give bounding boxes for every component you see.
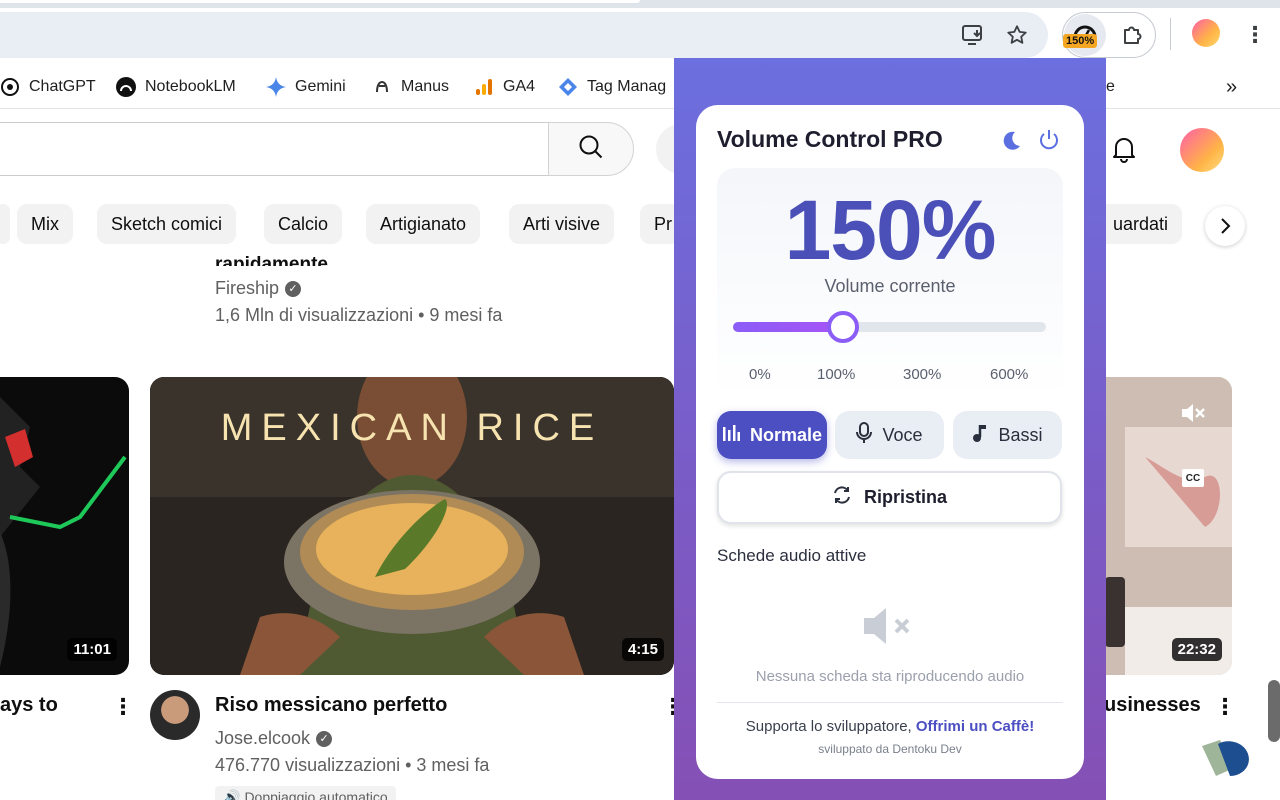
right-video-menu-icon[interactable]: ⋮ xyxy=(1214,696,1236,718)
right-video-duration: 22:32 xyxy=(1171,638,1222,661)
verified-check-icon: ✓ xyxy=(316,730,333,747)
popup-divider xyxy=(717,702,1063,703)
thumbnail-overlay-text: MEXICAN RICE xyxy=(220,407,604,449)
tick-100: 100% xyxy=(817,366,856,383)
mode-bassi-button[interactable]: Bassi xyxy=(953,411,1062,459)
browser-menu-icon[interactable]: ⋮ xyxy=(1240,20,1270,50)
youtube-search-input[interactable] xyxy=(0,122,549,176)
tick-600: 600% xyxy=(990,366,1029,383)
top-video-title[interactable]: rapidamente xyxy=(215,248,502,266)
bookmark-manus[interactable]: Manus xyxy=(372,73,449,101)
youtube-account-avatar[interactable] xyxy=(1180,128,1224,172)
bookmark-star-icon[interactable] xyxy=(1002,20,1032,50)
channel-avatar[interactable] xyxy=(150,690,200,740)
mode-voce-button[interactable]: Voce xyxy=(835,411,944,459)
chip-partial-left[interactable] xyxy=(0,204,10,244)
main-video-stats: 476.770 visualizzazioni • 3 mesi fa xyxy=(215,755,490,775)
bookmark-notebooklm[interactable]: NotebookLM xyxy=(116,73,236,101)
chip-mix[interactable]: Mix xyxy=(17,204,73,244)
ga4-icon xyxy=(474,77,494,97)
main-video-channel[interactable]: Jose.elcook xyxy=(215,728,310,749)
right-video-thumbnail[interactable]: CC 22:32 xyxy=(1085,377,1232,675)
volume-slider-thumb[interactable] xyxy=(826,311,859,343)
left-video-title[interactable]: ays to xyxy=(0,694,58,717)
notebooklm-icon xyxy=(116,77,136,97)
search-icon xyxy=(578,134,604,165)
main-video-channel-line: Jose.elcook ✓ xyxy=(215,728,333,749)
equalizer-icon xyxy=(722,424,740,447)
bookmark-chatgpt[interactable]: ChatGPT xyxy=(0,73,96,101)
closed-captions-icon[interactable]: CC xyxy=(1182,469,1204,487)
volume-value: 150% xyxy=(784,183,997,277)
puzzle-extensions-icon[interactable] xyxy=(1118,20,1148,50)
left-video-menu-icon[interactable]: ⋮ xyxy=(112,696,134,718)
mode-normale-button[interactable]: Normale xyxy=(717,411,827,459)
chip-artigianato[interactable]: Artigianato xyxy=(366,204,481,244)
top-video-stats: 1,6 Mln di visualizzazioni • 9 mesi fa xyxy=(215,305,503,325)
microphone-icon xyxy=(856,421,873,449)
extension-badge: 150% xyxy=(1063,34,1098,48)
chip-sketch-comici[interactable]: Sketch comici xyxy=(97,204,237,244)
tab-strip xyxy=(0,0,1280,8)
chip-arti-visive[interactable]: Arti visive xyxy=(509,204,615,244)
tick-0: 0% xyxy=(749,366,771,383)
chip-calcio[interactable]: Calcio xyxy=(264,204,343,244)
buy-coffee-link[interactable]: Offrimi un Caffè! xyxy=(916,718,1034,735)
bookmark-tag-manager[interactable]: Tag Manag xyxy=(558,73,666,101)
manus-icon xyxy=(372,77,392,97)
floating-app-icon[interactable] xyxy=(1200,736,1256,780)
main-video-duration: 4:15 xyxy=(621,638,664,661)
tag-manager-icon xyxy=(558,77,578,97)
support-line: Supporta lo sviluppatore, Offrimi un Caf… xyxy=(745,718,1035,735)
left-video-duration: 11:01 xyxy=(67,638,117,661)
profile-avatar[interactable] xyxy=(1192,19,1220,47)
active-tabs-heading: Schede audio attive xyxy=(717,546,867,565)
dubbing-icon: 🔊 xyxy=(223,788,241,800)
popup-title: Volume Control PRO xyxy=(717,126,943,152)
main-video-thumbnail[interactable]: MEXICAN RICE 4:15 xyxy=(150,377,674,675)
top-video-channel-line: Fireship ✓ xyxy=(215,278,502,299)
refresh-icon xyxy=(832,485,852,510)
youtube-search-button[interactable] xyxy=(548,122,634,176)
volume-slider[interactable] xyxy=(733,311,1046,343)
chatgpt-icon xyxy=(0,77,20,97)
bookmark-gemini[interactable]: Gemini xyxy=(266,73,346,101)
verified-check-icon: ✓ xyxy=(285,280,302,297)
right-video-title[interactable]: usinesses xyxy=(1104,694,1201,717)
mute-icon[interactable] xyxy=(1180,401,1206,430)
tick-300: 300% xyxy=(903,366,942,383)
address-bar[interactable] xyxy=(0,12,1048,58)
bookmarks-more-button[interactable]: » xyxy=(1226,73,1237,101)
notifications-bell-icon[interactable] xyxy=(1105,130,1143,168)
page-scrollbar[interactable] xyxy=(1268,680,1280,742)
left-video-thumbnail[interactable]: 11:01 xyxy=(0,377,129,675)
install-app-icon[interactable] xyxy=(958,20,988,50)
power-icon[interactable] xyxy=(1037,128,1061,152)
bookmark-ga4[interactable]: GA4 xyxy=(474,73,535,101)
developer-credit: sviluppato da Dentoku Dev xyxy=(818,742,962,756)
main-video-title[interactable]: Riso messicano perfetto xyxy=(215,694,447,717)
toolbar-separator xyxy=(1170,18,1171,50)
speaker-muted-icon xyxy=(862,604,914,648)
gemini-icon xyxy=(266,77,286,97)
volume-caption: Volume corrente xyxy=(824,276,956,296)
chevron-right-icon[interactable] xyxy=(1205,206,1245,246)
music-note-icon xyxy=(972,423,988,448)
dark-mode-moon-icon[interactable] xyxy=(1000,130,1024,154)
empty-state-text: Nessuna scheda sta riproducendo audio xyxy=(755,668,1025,685)
bookmark-partial[interactable]: e xyxy=(1106,73,1115,101)
top-video-meta: rapidamente Fireship ✓ 1,6 Mln di visual… xyxy=(215,248,502,326)
auto-dubbing-badge: 🔊 Doppiaggio automatico xyxy=(215,786,396,800)
reset-button[interactable]: Ripristina xyxy=(717,471,1062,524)
top-video-channel[interactable]: Fireship xyxy=(215,278,279,299)
